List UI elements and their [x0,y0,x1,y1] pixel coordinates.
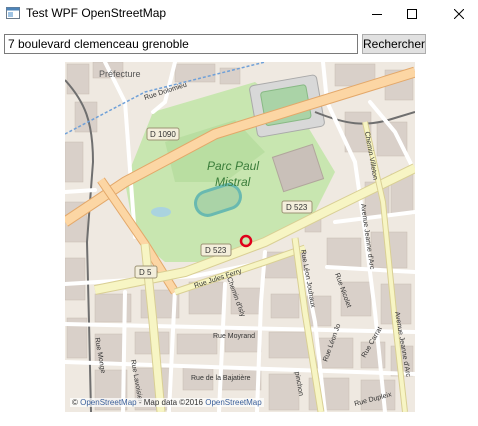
maximize-icon [407,9,417,19]
osm-link-2[interactable]: OpenStreetMap [205,398,261,407]
park-name-2: Mistral [215,175,251,189]
close-icon [454,9,464,19]
shield-d5: D 5 [134,265,158,279]
park-name-1: Parc Paul [207,159,259,173]
title-bar: Test WPF OpenStreetMap [0,0,478,28]
minimize-icon [372,14,382,15]
map-label-prefecture: Préfecture [99,69,141,79]
map-tiles: Préfecture Rue Dolomieu D 1090 Parc Paul… [65,62,415,412]
window-app-icon [6,7,20,19]
address-search-input[interactable] [4,34,358,54]
svg-text:D 523: D 523 [286,203,308,212]
maximize-button[interactable] [389,0,435,28]
window-title: Test WPF OpenStreetMap [26,6,167,20]
shield-d523-a: D 523 [281,200,313,214]
map-view[interactable]: Préfecture Rue Dolomieu D 1090 Parc Paul… [65,62,415,412]
svg-text:D 1090: D 1090 [150,130,176,139]
svg-text:D 523: D 523 [205,246,227,255]
close-button[interactable] [436,0,478,28]
svg-text:D 5: D 5 [139,268,152,277]
shield-d1090: D 1090 [146,127,180,141]
map-label-rue-moyrand: Rue Moyrand [213,333,255,340]
osm-link[interactable]: OpenStreetMap [80,398,136,407]
search-button[interactable]: Rechercher [362,34,426,54]
map-attribution: © OpenStreetMap - Map data ©2016 OpenStr… [70,398,264,407]
map-label-rue-bajatiere: Rue de la Bajatière [191,375,251,382]
shield-d523-b: D 523 [200,243,232,257]
